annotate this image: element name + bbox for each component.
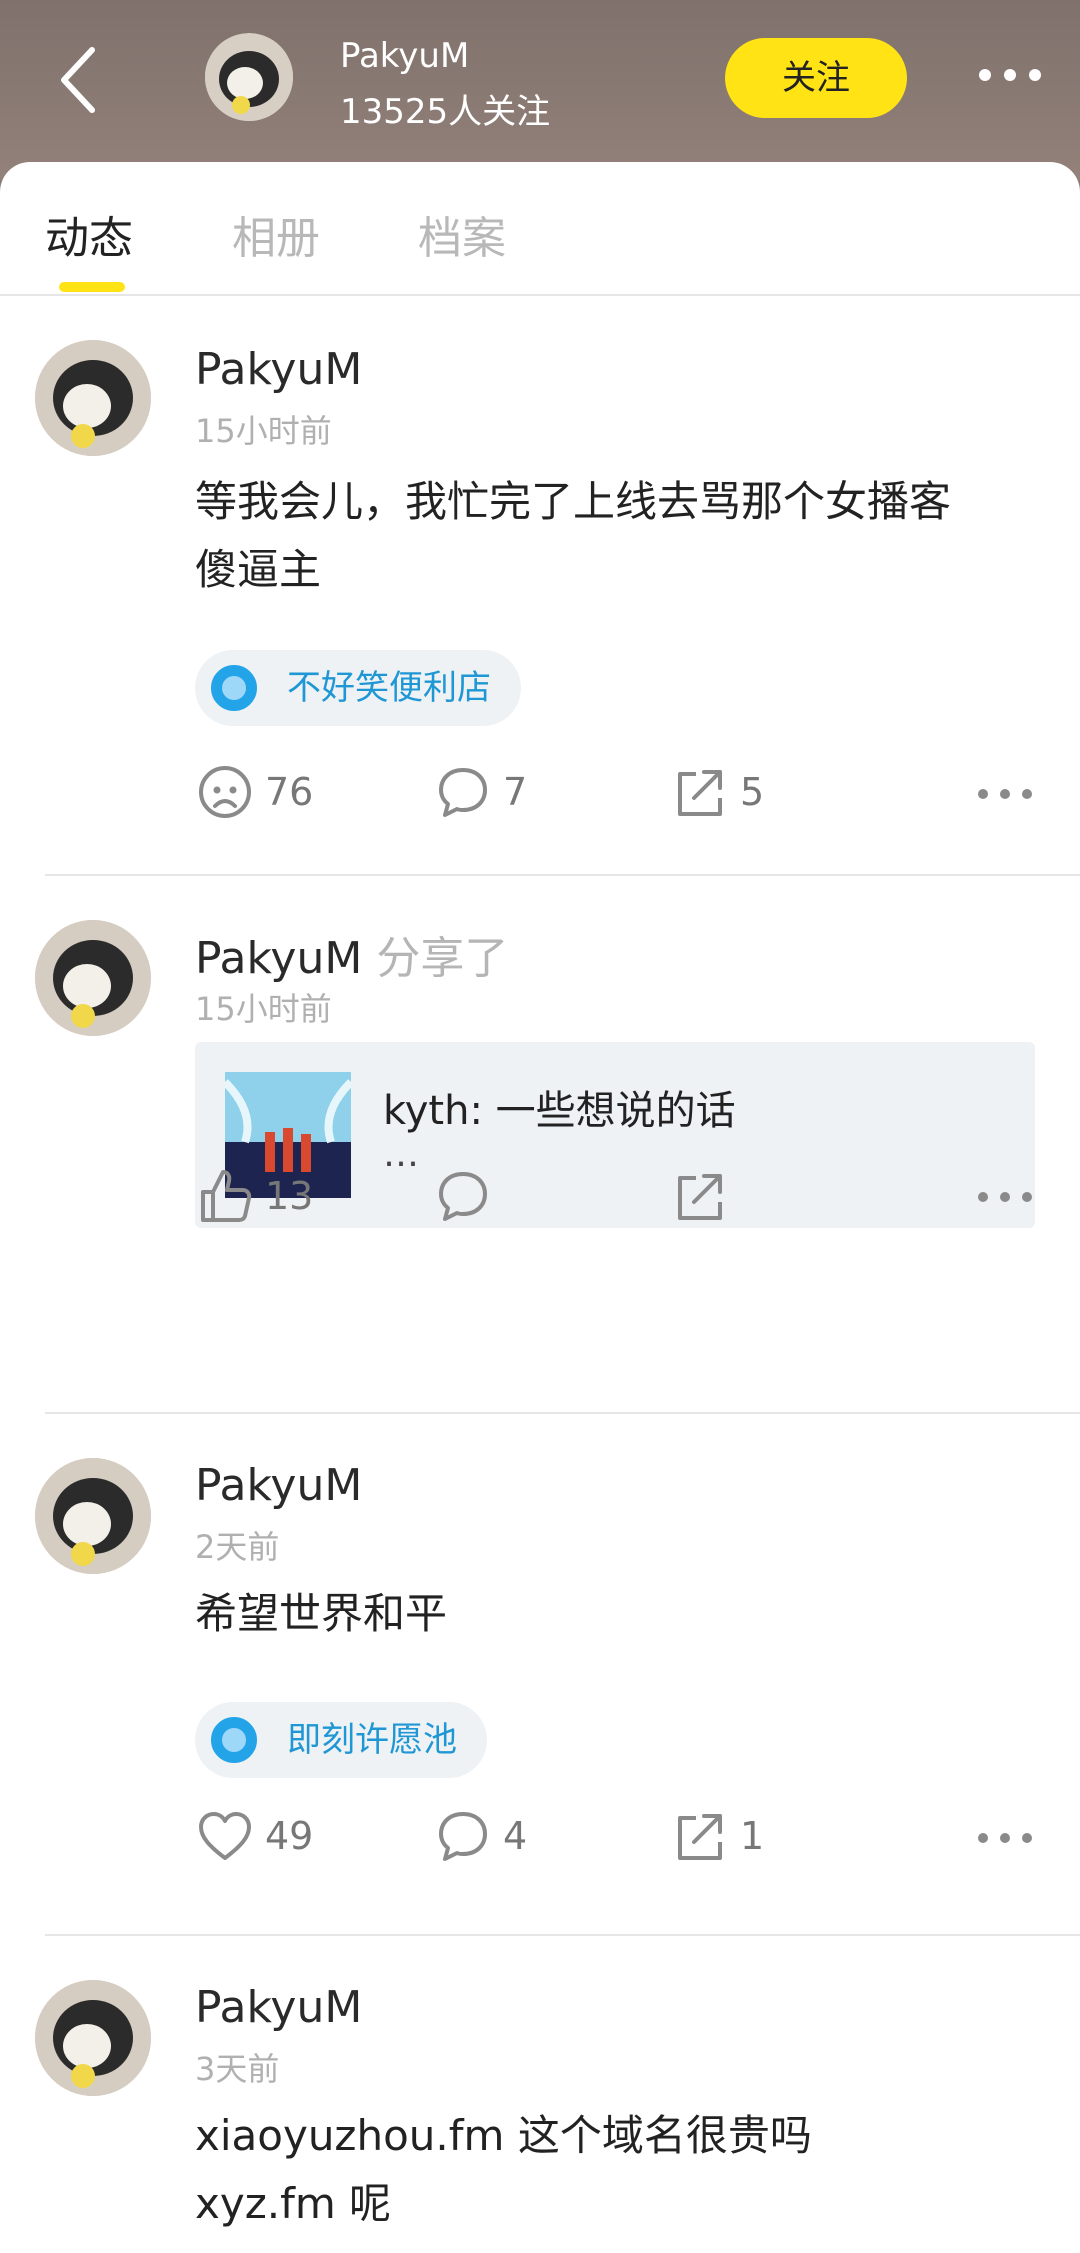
topic-tag-label: 不好笑便利店: [287, 668, 491, 708]
follow-button[interactable]: 关注: [725, 38, 907, 118]
header-follower-count: 13525人关注: [340, 92, 551, 132]
post-text: xiaoyuzhou.fm 这个域名很贵吗 xyz.fm 呢: [195, 2102, 1035, 2238]
feed-post: PakyuM 3天前 xiaoyuzhou.fm 这个域名很贵吗 xyz.fm …: [0, 1936, 1080, 2253]
post-text-line: 傻逼主: [195, 545, 322, 594]
heart-icon: [199, 1812, 251, 1860]
post-text: 等我会儿，我忙完了上线去骂那个女播客 傻逼主: [195, 468, 1035, 604]
tab-feed[interactable]: 动态: [45, 202, 133, 266]
comment-button[interactable]: [433, 1166, 503, 1226]
post-author[interactable]: PakyuM: [195, 1460, 362, 1511]
more-options-icon[interactable]: [975, 60, 1045, 90]
feed-post: PakyuM 2天前 希望世界和平 即刻许愿池 49 4 1: [0, 1414, 1080, 1936]
post-text-line: xyz.fm 呢: [195, 2179, 392, 2228]
share-count: 5: [740, 770, 765, 814]
post-time: 15小时前: [195, 412, 332, 450]
avatar[interactable]: [35, 920, 151, 1036]
tab-bar: 动态 相册 档案: [0, 162, 1080, 296]
avatar[interactable]: [35, 340, 151, 456]
share-icon: [678, 770, 722, 816]
comment-count: 4: [503, 1814, 528, 1858]
post-text-line: 希望世界和平: [195, 1589, 448, 1638]
comment-button[interactable]: 7: [433, 762, 543, 822]
post-time: 3天前: [195, 2050, 280, 2088]
thumbs-up-icon: [201, 1170, 252, 1222]
unhappy-face-icon: [199, 766, 251, 818]
article-ellipsis: …: [383, 1134, 419, 1175]
article-title: kyth: 一些想说的话: [383, 1088, 736, 1134]
post-more-icon[interactable]: [975, 1187, 1035, 1207]
avatar[interactable]: [35, 1980, 151, 2096]
active-tab-indicator: [59, 282, 125, 292]
tab-archive[interactable]: 档案: [418, 202, 506, 266]
comment-button[interactable]: 4: [433, 1806, 543, 1866]
like-count: 49: [265, 1814, 314, 1858]
header-username: PakyuM: [340, 36, 470, 76]
post-more-icon[interactable]: [975, 784, 1035, 804]
avatar[interactable]: [35, 1458, 151, 1574]
post-text-line: 等我会儿，我忙完了上线去骂那个女播客: [195, 477, 952, 526]
reaction-count: 76: [265, 770, 314, 814]
share-icon: [678, 1814, 722, 1860]
share-icon: [678, 1174, 722, 1220]
post-author[interactable]: PakyuM: [195, 344, 362, 395]
share-count: 1: [740, 1814, 765, 1858]
reaction-button[interactable]: 76: [195, 762, 325, 822]
comment-bubble-icon: [439, 1812, 487, 1861]
profile-header: PakyuM 13525人关注 关注: [0, 0, 1080, 180]
post-more-icon[interactable]: [975, 1828, 1035, 1848]
comment-count: 7: [503, 770, 528, 814]
post-author[interactable]: PakyuM: [195, 1982, 362, 2033]
comment-bubble-icon: [439, 768, 487, 817]
post-author[interactable]: PakyuM: [195, 933, 362, 984]
post-time: 2天前: [195, 1528, 280, 1566]
share-button[interactable]: 1: [670, 1806, 780, 1866]
shared-label: 分享了: [376, 933, 509, 984]
topic-tag-label: 即刻许愿池: [287, 1720, 457, 1760]
share-button[interactable]: 5: [670, 762, 780, 822]
topic-icon: [211, 665, 257, 711]
topic-tag[interactable]: 不好笑便利店: [195, 650, 521, 726]
content-sheet: 动态 相册 档案 PakyuM 15小时前 等我会儿，我忙完了上线去骂那个女播客…: [0, 162, 1080, 2253]
share-button[interactable]: [670, 1166, 740, 1226]
post-text-line: xiaoyuzhou.fm 这个域名很贵吗: [195, 2111, 812, 2160]
topic-tag[interactable]: 即刻许愿池: [195, 1702, 487, 1778]
like-count: 13: [265, 1174, 314, 1218]
header-avatar[interactable]: [205, 33, 293, 121]
post-text: 希望世界和平: [195, 1580, 1035, 1648]
feed-post: PakyuM 分享了 15小时前 kyth: 一些想说的话 … 13: [0, 876, 1080, 1414]
topic-icon: [211, 1717, 257, 1763]
like-button[interactable]: 49: [195, 1806, 325, 1866]
post-time: 15小时前: [195, 990, 332, 1028]
back-arrow-icon[interactable]: [50, 40, 110, 120]
post-author-line: PakyuM 分享了: [195, 922, 508, 986]
tab-album[interactable]: 相册: [232, 202, 320, 266]
like-button[interactable]: 13: [195, 1166, 325, 1226]
comment-bubble-icon: [439, 1172, 487, 1221]
